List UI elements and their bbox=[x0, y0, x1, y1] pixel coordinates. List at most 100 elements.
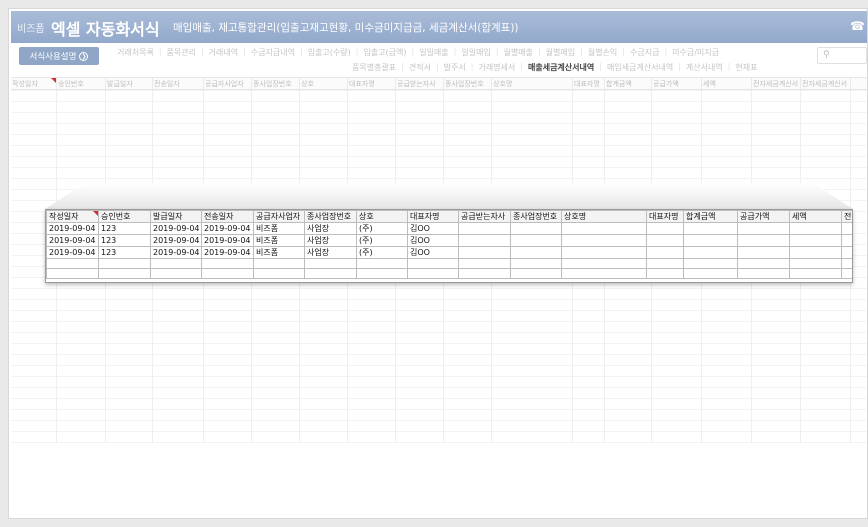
table-cell[interactable] bbox=[683, 222, 738, 235]
table-cell[interactable] bbox=[737, 268, 790, 279]
table-cell[interactable]: 비즈폼 bbox=[253, 246, 305, 259]
menu-item[interactable]: 현재표 bbox=[732, 62, 760, 73]
menu-item[interactable]: 입출고(금액) bbox=[360, 47, 409, 58]
phone-icon[interactable]: ☎ bbox=[850, 19, 865, 33]
menu-item[interactable]: 계산서내역 bbox=[683, 62, 726, 73]
table-cell[interactable]: 김OO bbox=[407, 234, 459, 247]
table-cell[interactable] bbox=[737, 222, 790, 235]
table-cell[interactable]: 2019-09-04 bbox=[201, 222, 254, 235]
table-cell[interactable] bbox=[458, 234, 511, 247]
table-cell[interactable]: 비즈폼 bbox=[253, 222, 305, 235]
table-cell[interactable] bbox=[646, 234, 684, 247]
table-cell[interactable] bbox=[841, 222, 852, 235]
table-cell[interactable] bbox=[304, 258, 357, 269]
table-cell[interactable] bbox=[458, 246, 511, 259]
column-header[interactable]: 전 bbox=[841, 210, 852, 223]
table-cell[interactable] bbox=[510, 234, 562, 247]
table-cell[interactable]: 사업장 bbox=[304, 246, 357, 259]
table-cell[interactable] bbox=[789, 268, 842, 279]
table-cell[interactable]: (주) bbox=[356, 222, 408, 235]
menu-item[interactable]: 거래내역 bbox=[206, 47, 241, 58]
menu-item[interactable]: 월별매출 bbox=[501, 47, 536, 58]
table-cell[interactable]: 2019-09-04 bbox=[201, 246, 254, 259]
table-cell[interactable] bbox=[683, 246, 738, 259]
table-cell[interactable]: 2019-09-04 bbox=[46, 234, 99, 247]
table-cell[interactable]: 김OO bbox=[407, 222, 459, 235]
table-cell[interactable] bbox=[510, 258, 562, 269]
menu-item[interactable]: 매출세금계산서내역 bbox=[525, 62, 597, 73]
table-cell[interactable] bbox=[150, 268, 202, 279]
search-input[interactable]: ⚲ bbox=[817, 47, 867, 64]
table-cell[interactable] bbox=[841, 268, 852, 279]
table-cell[interactable] bbox=[737, 246, 790, 259]
table-cell[interactable] bbox=[683, 258, 738, 269]
table-cell[interactable]: 2019-09-04 bbox=[150, 234, 202, 247]
column-header[interactable]: 공급자사업자 bbox=[253, 210, 305, 223]
table-cell[interactable] bbox=[646, 222, 684, 235]
table-cell[interactable] bbox=[683, 234, 738, 247]
table-cell[interactable] bbox=[407, 258, 459, 269]
table-cell[interactable] bbox=[841, 246, 852, 259]
table-cell[interactable] bbox=[98, 268, 151, 279]
table-cell[interactable] bbox=[253, 258, 305, 269]
menu-item[interactable]: 입출고(수량) bbox=[305, 47, 354, 58]
menu-item[interactable]: 월별매입 bbox=[543, 47, 578, 58]
menu-item[interactable]: 품목관리 bbox=[164, 47, 199, 58]
table-cell[interactable] bbox=[510, 246, 562, 259]
table-cell[interactable]: 2019-09-04 bbox=[46, 222, 99, 235]
column-header[interactable]: 공급받는자사 bbox=[458, 210, 511, 223]
column-header[interactable]: 공급가액 bbox=[737, 210, 790, 223]
table-cell[interactable] bbox=[737, 234, 790, 247]
menu-item[interactable]: 발주서 bbox=[441, 62, 469, 73]
table-cell[interactable]: 123 bbox=[98, 246, 151, 259]
table-cell[interactable] bbox=[510, 222, 562, 235]
table-cell[interactable]: 비즈폼 bbox=[253, 234, 305, 247]
table-cell[interactable]: 김OO bbox=[407, 246, 459, 259]
table-cell[interactable]: 2019-09-04 bbox=[46, 246, 99, 259]
column-header[interactable]: 대표자명 bbox=[407, 210, 459, 223]
menu-item[interactable]: 거래명세서 bbox=[475, 62, 518, 73]
table-cell[interactable] bbox=[201, 258, 254, 269]
table-cell[interactable] bbox=[407, 268, 459, 279]
table-cell[interactable] bbox=[253, 268, 305, 279]
menu-item[interactable]: 수금지급내역 bbox=[248, 47, 298, 58]
column-header[interactable]: 대표자명 bbox=[646, 210, 684, 223]
table-cell[interactable] bbox=[646, 246, 684, 259]
table-cell[interactable] bbox=[646, 258, 684, 269]
menu-item[interactable]: 견적서 bbox=[406, 62, 434, 73]
table-cell[interactable] bbox=[458, 268, 511, 279]
table-cell[interactable] bbox=[356, 268, 408, 279]
table-cell[interactable]: 사업장 bbox=[304, 222, 357, 235]
table-cell[interactable] bbox=[561, 268, 647, 279]
table-cell[interactable]: 2019-09-04 bbox=[201, 234, 254, 247]
table-cell[interactable]: (주) bbox=[356, 246, 408, 259]
column-header[interactable]: 종사업장번호 bbox=[510, 210, 562, 223]
table-cell[interactable] bbox=[201, 268, 254, 279]
table-cell[interactable]: (주) bbox=[356, 234, 408, 247]
column-header[interactable]: 상호 bbox=[356, 210, 408, 223]
menu-item[interactable]: 일일매출 bbox=[416, 47, 451, 58]
table-cell[interactable] bbox=[646, 268, 684, 279]
table-cell[interactable] bbox=[458, 258, 511, 269]
menu-item[interactable]: 수금지급 bbox=[627, 47, 662, 58]
menu-item[interactable]: 품목별총괄표 bbox=[349, 62, 399, 73]
column-header[interactable]: 합계금액 bbox=[683, 210, 738, 223]
table-cell[interactable] bbox=[737, 258, 790, 269]
table-cell[interactable] bbox=[683, 268, 738, 279]
table-cell[interactable] bbox=[46, 268, 99, 279]
table-cell[interactable]: 2019-09-04 bbox=[150, 222, 202, 235]
column-header[interactable]: 상호명 bbox=[561, 210, 647, 223]
table-cell[interactable] bbox=[561, 234, 647, 247]
column-header[interactable]: 세액 bbox=[789, 210, 842, 223]
table-cell[interactable] bbox=[561, 258, 647, 269]
table-cell[interactable] bbox=[150, 258, 202, 269]
table-cell[interactable] bbox=[561, 222, 647, 235]
table-cell[interactable]: 사업장 bbox=[304, 234, 357, 247]
menu-item[interactable]: 월별손익 bbox=[585, 47, 620, 58]
table-cell[interactable] bbox=[841, 234, 852, 247]
table-cell[interactable] bbox=[304, 268, 357, 279]
table-cell[interactable]: 123 bbox=[98, 222, 151, 235]
column-header[interactable]: 작성일자 bbox=[46, 210, 99, 223]
table-cell[interactable] bbox=[510, 268, 562, 279]
table-cell[interactable]: 2019-09-04 bbox=[150, 246, 202, 259]
